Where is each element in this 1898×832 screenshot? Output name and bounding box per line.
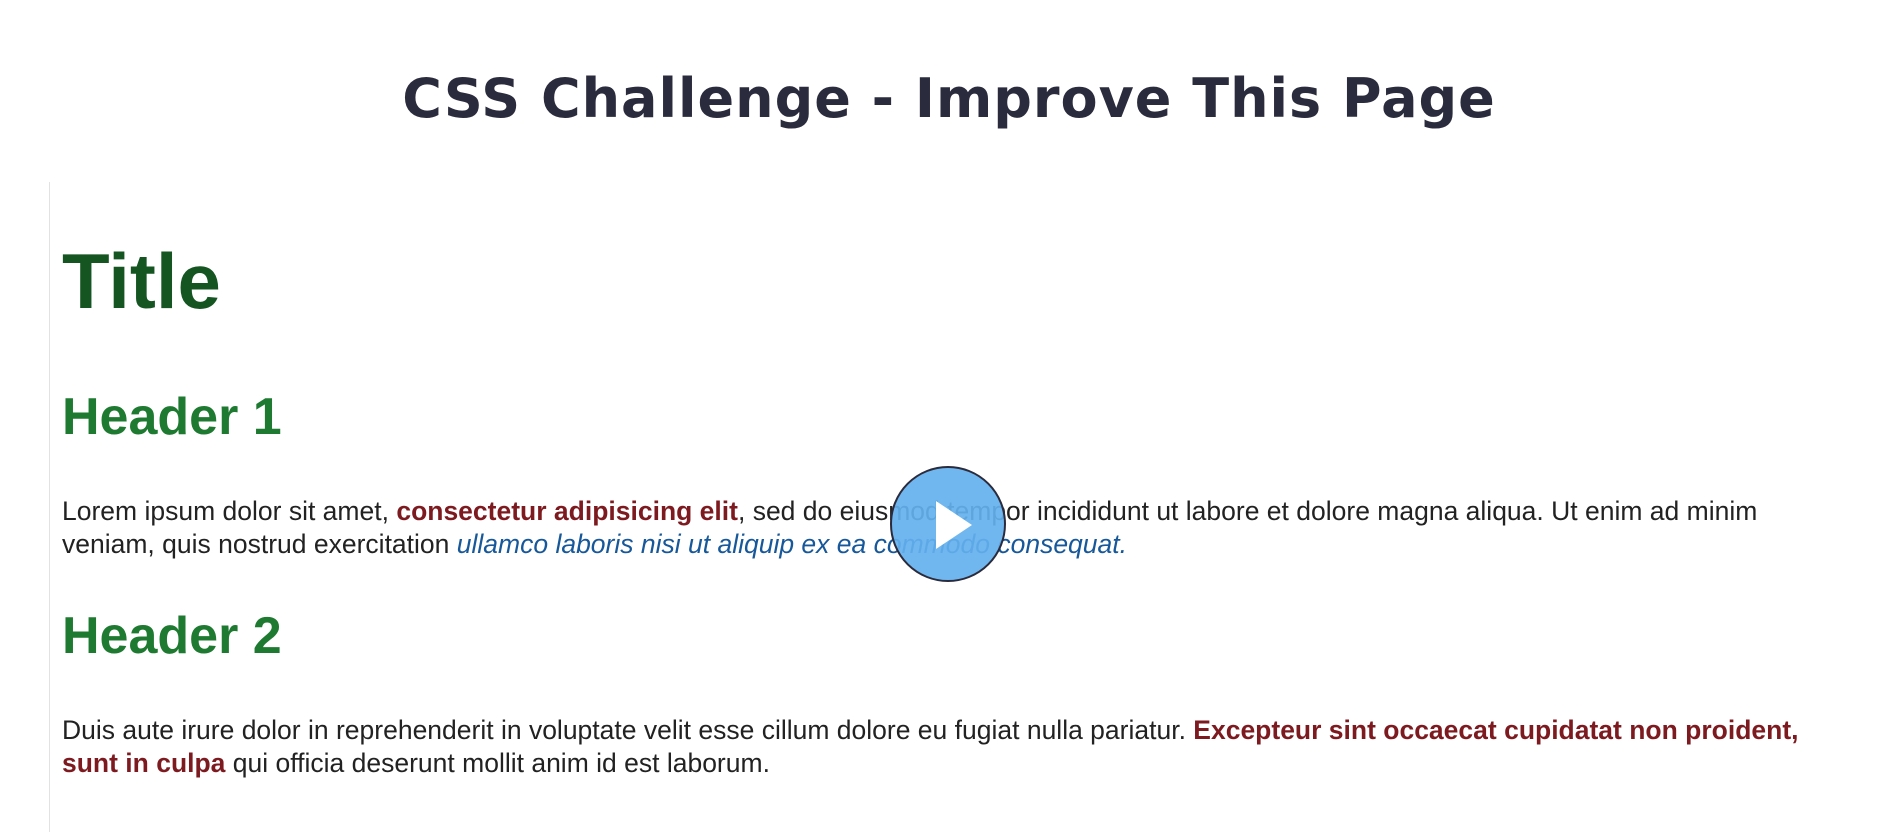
paragraph-2: Duis aute irure dolor in reprehenderit i… [62, 714, 1822, 780]
header-2: Header 2 [62, 607, 282, 665]
play-icon [936, 501, 972, 549]
document-title: Title [62, 237, 221, 325]
header-1: Header 1 [62, 388, 282, 446]
paragraph-2-text-end: qui officia deserunt mollit anim id est … [225, 748, 770, 778]
page-title: CSS Challenge - Improve This Page [402, 67, 1496, 130]
video-play-button[interactable] [890, 466, 1006, 582]
paragraph-1-bold: consectetur adipisicing elit [396, 496, 738, 526]
paragraph-1-text-start: Lorem ipsum dolor sit amet, [62, 496, 397, 526]
paragraph-1-italic: ullamco laboris nisi ut aliquip ex ea co… [456, 529, 1127, 559]
paragraph-2-text-start: Duis aute irure dolor in reprehenderit i… [62, 715, 1194, 745]
